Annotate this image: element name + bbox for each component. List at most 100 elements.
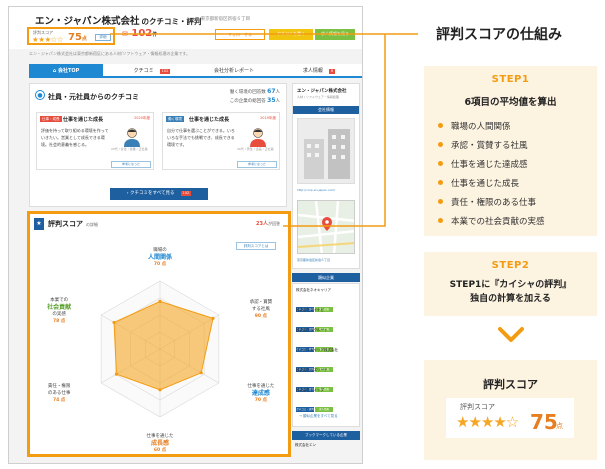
company-header: エン・ジャパン株式会社 のクチコミ・評判 ■ 東京都新宿区新宿６丁目 評判スコア … bbox=[9, 7, 362, 49]
list-item[interactable]: 株式会社ディップ クチコミ・評判 求人情報 bbox=[296, 388, 358, 412]
bookmark-header: ブックマークしている企業 bbox=[292, 431, 360, 440]
related-more-link[interactable]: → 類似企業をすべて見る bbox=[299, 414, 338, 419]
result-value: 75 bbox=[530, 410, 558, 434]
review-date: 2019年度 bbox=[260, 116, 276, 120]
radar-point bbox=[158, 299, 162, 303]
review-heading: 仕事を通じた成長 bbox=[189, 117, 230, 123]
score-summary[interactable]: 評判スコア ★★★☆☆ 75点 詳細 bbox=[27, 27, 115, 45]
result-unit: 点 bbox=[556, 422, 563, 430]
radar-axis-label: 仕事を通じた 成長感 60 点 bbox=[146, 434, 174, 453]
result-title: 評判スコア bbox=[483, 378, 538, 391]
review-tag: 働く環境 bbox=[166, 116, 184, 122]
score-detail-panel: ★ 評判スコア の詳細 23人が回答 評判スコアとは 職場の 人間関係 70 点承認・… bbox=[27, 211, 291, 457]
sidebar-company: エン・ジャパン株式会社 bbox=[297, 89, 347, 94]
mail-icon: ✉ bbox=[122, 30, 128, 38]
review-body: 評価を持って取り組める環境を作っていきたい。営業として成長できる環境。社会的意義… bbox=[41, 128, 109, 147]
result-stars-icon: ★★★★☆ bbox=[456, 413, 519, 431]
review-heading: 仕事を通じた成長 bbox=[63, 117, 104, 123]
radar-axis-label: 承認・賞賛 する社風 90 点 bbox=[249, 300, 273, 319]
radar-point bbox=[211, 316, 215, 320]
radar-point bbox=[158, 388, 162, 392]
company-url-link[interactable]: http://corp.en-japan.com/ bbox=[297, 188, 335, 192]
list-item[interactable]: 株式会社ビズリーチ クチコミ・評判 求人情報 bbox=[296, 368, 358, 392]
review-count[interactable]: ✉ 102件 bbox=[122, 28, 157, 39]
map-address-link[interactable]: 東京都新宿区新宿６丁目 bbox=[297, 258, 330, 262]
explain-title: 評判スコアの仕組み bbox=[436, 27, 562, 43]
map-pin-icon bbox=[298, 201, 354, 253]
write-review-button[interactable]: クチコミを書く bbox=[269, 29, 313, 40]
score-value: 75点 bbox=[68, 32, 87, 43]
chevron-down-icon bbox=[498, 327, 524, 342]
list-item: 本業での社会貢献の実感 bbox=[438, 215, 545, 227]
all-reviews-button[interactable]: › クチコミをすべて見る 102 bbox=[110, 188, 208, 200]
score-stars-icon: ★★★☆☆ bbox=[32, 35, 64, 44]
score-panel-title: 評判スコア の詳細 bbox=[48, 220, 98, 228]
radar-point bbox=[114, 372, 119, 376]
radar-chart bbox=[100, 280, 220, 418]
radar-point bbox=[112, 320, 116, 325]
review-card[interactable]: 働く環境 仕事を通じた成長 2019年度 自分で仕事を選ぶことができる。いろいろ… bbox=[162, 112, 280, 170]
review-tag: 仕事・成長 bbox=[40, 116, 62, 122]
review-body: 自分で仕事を選ぶことができる。いろいろな手法でも挑戦でき、成長できる環境です。 bbox=[167, 128, 235, 147]
list-item: 仕事を通じた成長 bbox=[438, 177, 519, 189]
follow-button[interactable]: フォローする bbox=[215, 29, 265, 40]
sidebar-header: 会社情報 bbox=[293, 106, 359, 114]
review-date: 2020年度 bbox=[134, 116, 150, 120]
building-icon bbox=[304, 129, 350, 179]
list-item[interactable]: 株式会社ネオキャリア クチコミ・評判 求人情報 bbox=[296, 288, 358, 312]
radar-axis-label: 職場の 人間関係 70 点 bbox=[147, 248, 172, 267]
person-icon bbox=[124, 128, 140, 147]
respondent-count: 23人が回答 bbox=[256, 221, 280, 227]
tab-job-info[interactable]: 求人情報 6 bbox=[279, 64, 359, 78]
star-icon: ★ bbox=[34, 218, 44, 230]
review-meta: 20代 / 女性 / 営業 / 正社員 bbox=[111, 147, 148, 151]
result-label: 評判スコア bbox=[460, 403, 495, 411]
helpful-button[interactable]: 参考になった bbox=[237, 161, 277, 168]
helpful-button[interactable]: 参考になった bbox=[111, 161, 151, 168]
company-intro: エン・ジャパン株式会社は東京都新宿区にある人材/ソフトウェア・情報処理の企業です… bbox=[29, 51, 190, 56]
related-header: 類似企業 bbox=[292, 273, 360, 282]
tab-reviews[interactable]: 会社TOPクチコミ102 bbox=[115, 64, 189, 78]
radar-point bbox=[199, 371, 203, 375]
company-map[interactable] bbox=[297, 200, 355, 254]
job-info-button[interactable]: 求人情報を見る bbox=[315, 29, 355, 40]
comment-icon: ● bbox=[35, 90, 45, 100]
result-box: 評判スコア 評判スコア ★★★★☆ 75 点 bbox=[424, 360, 597, 460]
review-meta: 30代 / 男性 / 企画 / 正社員 bbox=[237, 147, 274, 151]
list-item[interactable]: 株式会社マイナビ クチコミ・評判 求人情報 bbox=[296, 308, 358, 332]
bullet-icon bbox=[438, 180, 443, 185]
bullet-icon bbox=[438, 142, 443, 147]
person-icon bbox=[250, 128, 266, 147]
site-screenshot: エン・ジャパン株式会社 のクチコミ・評判 ■ 東京都新宿区新宿６丁目 評判スコア … bbox=[8, 6, 363, 464]
company-tabs: ⌂ 会社TOP 会社TOPクチコミ102 会社分析レポート 求人情報6 bbox=[29, 64, 362, 78]
company-info-block: エン・ジャパン株式会社 人材 / ソフトウェア・情報処理 会社情報 http:/… bbox=[292, 83, 360, 269]
bullet-icon bbox=[438, 161, 443, 166]
sidebar-industry: 人材 / ソフトウェア・情報処理 bbox=[297, 95, 339, 99]
company-logo bbox=[297, 118, 355, 184]
tab-company-top[interactable]: ⌂ 会社TOP bbox=[29, 64, 103, 78]
review-card[interactable]: 仕事・成長 仕事を通じた成長 2020年度 評価を持って取り組める環境を作ってい… bbox=[36, 112, 154, 170]
list-item[interactable]: パーソルキャリア株式会社 クチコミ・評判 求人情報 bbox=[296, 348, 358, 372]
step1-label: STEP1 bbox=[491, 74, 530, 85]
bullet-icon bbox=[438, 218, 443, 223]
company-address: ■ 東京都新宿区新宿６丁目 bbox=[195, 17, 251, 22]
step1-box: STEP1 6項目の平均値を算出 職場の人間関係 承認・賞賛する社風 仕事を通じ… bbox=[424, 66, 597, 236]
stat-environment: 働く環境の回答数 67人 bbox=[229, 88, 280, 95]
step2-label: STEP2 bbox=[491, 260, 530, 271]
stat-total: この企業の総回答 35人 bbox=[229, 97, 280, 104]
score-detail-button[interactable]: 詳細 bbox=[95, 34, 111, 41]
reviews-title: 社員・元社員からのクチコミ bbox=[48, 93, 139, 101]
list-item: 職場の人間関係 bbox=[438, 120, 511, 132]
reviews-panel: ● 社員・元社員からのクチコミ 働く環境の回答数 67人 この企業の総回答 35… bbox=[29, 83, 287, 207]
radar-axis-label: 仕事を通じた 達成感 70 点 bbox=[247, 384, 275, 403]
tab-analysis-report[interactable]: 会社分析レポート bbox=[197, 64, 271, 78]
bookmark-item[interactable]: 株式会社エン bbox=[295, 443, 316, 448]
result-score: 評判スコア ★★★★☆ 75 点 bbox=[446, 398, 574, 438]
list-item: 仕事を通じた達成感 bbox=[438, 158, 528, 170]
radar-axis-label: 責任・権限 のある仕事 74 点 bbox=[47, 384, 71, 403]
company-name: エン・ジャパン株式会社 のクチコミ・評判 bbox=[35, 16, 202, 27]
bullet-icon bbox=[438, 199, 443, 204]
related-list: 株式会社ネオキャリア クチコミ・評判 求人情報 株式会社マイナビ クチコミ・評判 求人情… bbox=[292, 283, 360, 427]
step1-subtitle: 6項目の平均値を算出 bbox=[464, 97, 557, 108]
list-item[interactable]: 株式会社リクルート クチコミ・評判 求人情報 bbox=[296, 328, 358, 352]
